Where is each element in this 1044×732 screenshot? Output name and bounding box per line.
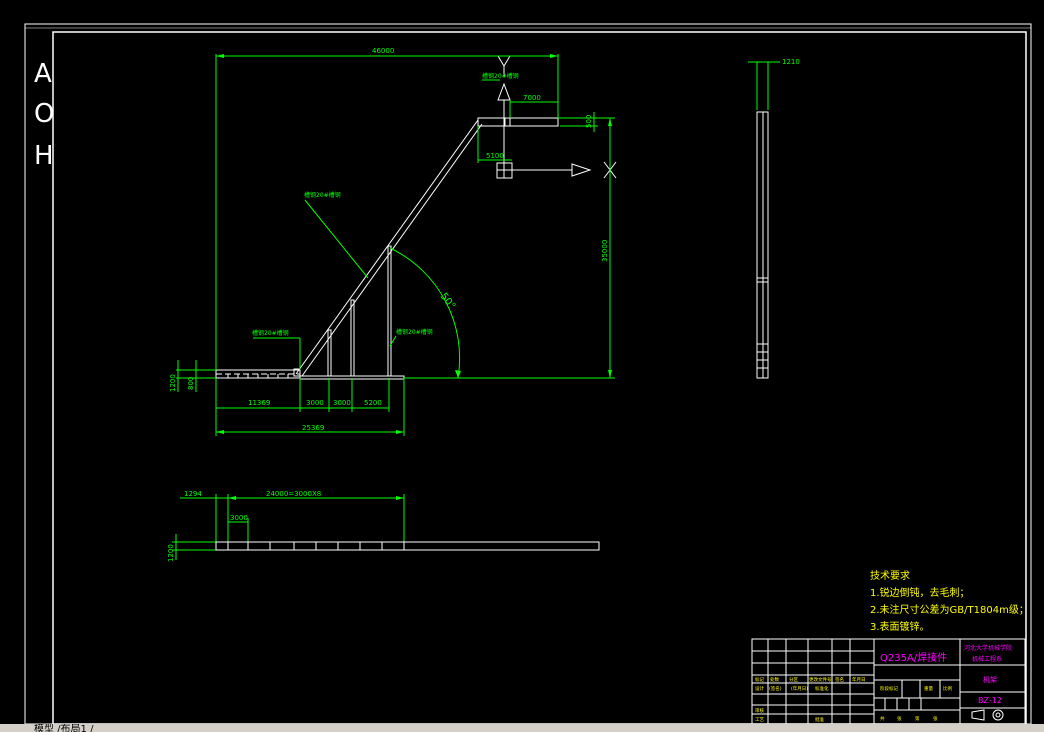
- tb-label-process: 工艺: [755, 717, 764, 723]
- dim-side-width: 1210: [782, 58, 800, 66]
- strut-3: [387, 245, 392, 377]
- tb-label-approve: 批准: [815, 716, 824, 723]
- x-axis-arrowhead: [571, 163, 592, 177]
- strut-2: [350, 299, 355, 377]
- dim-bottom-small: 3000: [230, 514, 248, 522]
- projection-symbol: [971, 709, 1004, 721]
- side-mark-h: H: [34, 141, 54, 171]
- tb-label-design: 设计: [755, 685, 764, 692]
- dept-text: 机械工程系: [972, 655, 1002, 663]
- cad-drawing-canvas[interactable]: A O H 46000 7000 500 5100 35000 50° 1200…: [0, 0, 1044, 732]
- tb-label-zone: 分区: [789, 676, 798, 683]
- dim-base-h1: 1200: [169, 374, 177, 392]
- tb-label-scale: 比例: [943, 685, 952, 692]
- top-beam: [477, 117, 559, 127]
- callout-incline: 槽钢20#槽钢: [304, 191, 341, 199]
- notes-item-3: 3.表面镀锌。: [870, 620, 930, 633]
- tb-label-sheet1: 共: [880, 715, 885, 722]
- part-name-text: 机架: [983, 675, 997, 684]
- y-axis-arrowhead: [497, 82, 511, 101]
- tb-label-sig2: (签名): [769, 685, 782, 692]
- tb-label-change: 更改文件号: [809, 676, 832, 683]
- material-text: Q235A/焊接件: [880, 651, 947, 664]
- dim-small-offset: 500: [585, 115, 593, 128]
- tb-label-mark: 标记: [755, 676, 764, 683]
- bottom-view-outline: [215, 541, 600, 551]
- dimension-arrows: [216, 54, 612, 500]
- tb-label-sign: 签名: [835, 676, 844, 683]
- technical-notes: 技术要求 1.锐边倒钝，去毛刺； 2.未注尺寸公差为GB/T1804m级； 3.…: [870, 569, 1029, 633]
- dim-top-width: 46000: [372, 47, 394, 55]
- tb-label-sheet2: 张: [897, 715, 902, 722]
- dim-seg2: 3000: [306, 399, 324, 407]
- tb-label-review: 审核: [755, 707, 764, 714]
- dim-inner-offset: 5100: [486, 152, 504, 160]
- tb-label-weight: 重量: [924, 685, 933, 692]
- dim-bottom-left: 1294: [184, 490, 202, 498]
- tb-label-date2: (年月日): [791, 685, 808, 692]
- notes-title: 技术要求: [870, 569, 910, 582]
- inclined-beam-outer: [295, 119, 479, 375]
- drawing-no-text: BZ-12: [978, 696, 1002, 705]
- dim-bottom-h: 1200: [167, 544, 175, 562]
- dim-seg1: 11369: [248, 399, 270, 407]
- callout-labels: 槽钢20#槽钢 槽钢20#槽钢 槽钢20#槽钢 槽钢20#槽钢: [252, 72, 519, 337]
- callout-strut: 槽钢20#槽钢: [396, 328, 433, 336]
- school-text: 河北大学机械学院: [964, 644, 1012, 652]
- dim-bottom-pitch: 24000=3000X8: [266, 490, 321, 498]
- dim-base-h2: 800: [187, 377, 195, 390]
- base-ticks: [227, 374, 289, 378]
- dim-total: 25369: [302, 424, 324, 432]
- side-mark: A O H: [34, 59, 54, 171]
- tb-label-std: 标准化: [815, 685, 829, 692]
- layout-tab-bar[interactable]: 模型 /布局1 /: [0, 724, 1044, 732]
- notes-item-1: 1.锐边倒钝，去毛刺；: [870, 586, 970, 599]
- callout-base: 槽钢20#槽钢: [252, 329, 289, 337]
- bottom-view: [215, 541, 600, 551]
- dim-height: 35000: [601, 240, 609, 262]
- side-view: [756, 111, 769, 379]
- inclined-beam-inner: [301, 123, 483, 377]
- side-mark-a: A: [34, 59, 52, 89]
- tb-label-stage: 阶段标记: [880, 685, 898, 692]
- layout-tabs-text[interactable]: 模型 /布局1 /: [34, 724, 93, 732]
- tb-label-sheet3: 第: [915, 715, 920, 722]
- dim-top-right: 7000: [523, 94, 541, 102]
- tb-label-date: 年月日: [852, 676, 866, 683]
- outer-sheet-border: [24, 23, 1032, 725]
- dim-angle: 50°: [438, 291, 458, 312]
- dimension-labels: 46000 7000 500 5100 35000 50° 1200 800 1…: [167, 47, 800, 562]
- side-mark-o: O: [34, 99, 54, 129]
- dim-seg3: 3000: [333, 399, 351, 407]
- tb-label-count: 处数: [770, 676, 779, 683]
- tb-label-sheet4: 张: [933, 715, 938, 722]
- dim-seg4: 5200: [364, 399, 382, 407]
- callout-top: 槽钢20#槽钢: [482, 72, 519, 80]
- dimensions: [172, 54, 769, 560]
- notes-item-2: 2.未注尺寸公差为GB/T1804m级；: [870, 603, 1029, 616]
